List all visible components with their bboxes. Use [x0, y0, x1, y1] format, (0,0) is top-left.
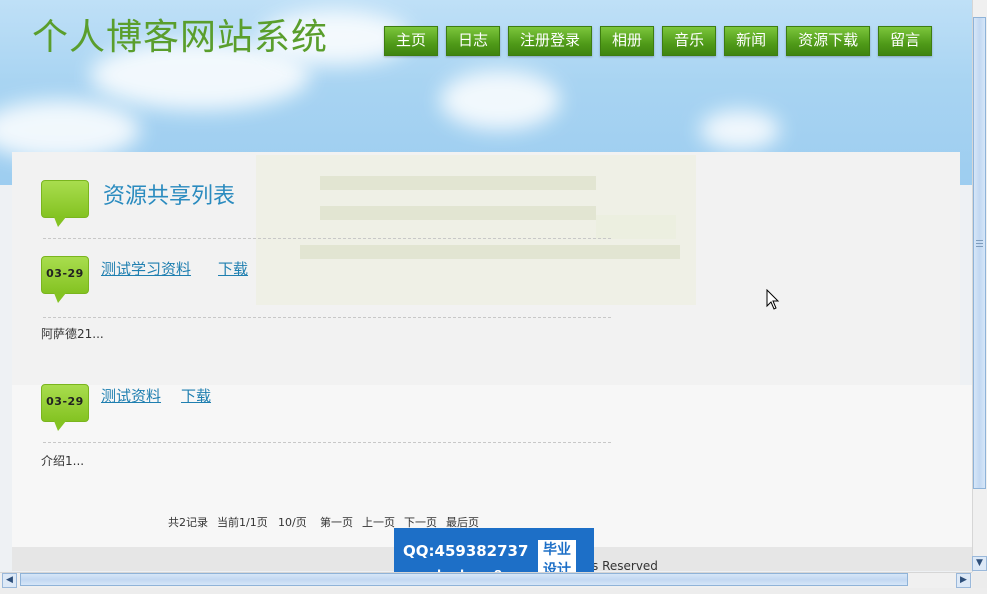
scroll-right-button[interactable]: ▶ [956, 573, 971, 588]
cloud-decoration [440, 70, 560, 130]
nav-news[interactable]: 新闻 [724, 26, 779, 56]
divider [43, 442, 611, 443]
nav-music[interactable]: 音乐 [662, 26, 717, 56]
vertical-scroll-thumb[interactable] [973, 17, 986, 489]
mouse-cursor-icon [766, 289, 780, 310]
divider [43, 238, 611, 239]
scrollbar-corner [972, 572, 987, 588]
speech-bubble-icon [41, 180, 89, 227]
nav-diary[interactable]: 日志 [446, 26, 501, 56]
cloud-decoration [0, 100, 140, 160]
main-nav: 主页 日志 注册登录 相册 音乐 新闻 资源下载 留言 [384, 26, 933, 56]
resource-description: 阿萨德21... [41, 327, 104, 341]
scroll-grip-icon [976, 240, 983, 249]
nav-album[interactable]: 相册 [600, 26, 655, 56]
scroll-down-button[interactable]: ▼ [972, 556, 987, 571]
horizontal-scroll-thumb[interactable] [20, 573, 908, 586]
nav-downloads[interactable]: 资源下载 [786, 26, 871, 56]
nav-guestbook[interactable]: 留言 [878, 26, 933, 56]
nav-register-login[interactable]: 注册登录 [508, 26, 593, 56]
qq-number: QQ:459382737 [403, 542, 529, 560]
render-artifact [596, 215, 676, 239]
footer-text: s Reserved [592, 559, 658, 573]
render-artifact [320, 176, 596, 190]
scroll-left-button[interactable]: ◀ [2, 573, 17, 588]
download-link[interactable]: 下载 [218, 258, 248, 279]
nav-home[interactable]: 主页 [384, 26, 439, 56]
date-badge: 03-29 [41, 256, 89, 303]
date-badge: 03-29 [41, 384, 89, 431]
resource-title-link[interactable]: 测试学习资料 [101, 258, 191, 279]
status-strip [0, 588, 987, 594]
pagination-first[interactable]: 第一页 [320, 514, 353, 530]
content-panel-lower [12, 385, 972, 547]
pagination-per-page: 10/页 [278, 516, 307, 529]
pagination-total: 共2记录 [168, 516, 208, 529]
divider [43, 317, 611, 318]
resource-title-link[interactable]: 测试资料 [101, 385, 161, 406]
section-title: 资源共享列表 [103, 184, 236, 209]
download-link[interactable]: 下载 [181, 385, 211, 406]
pagination-current: 当前1/1页 [217, 516, 268, 529]
site-title: 个人博客网站系统 [32, 17, 329, 58]
render-artifact [320, 206, 596, 220]
resource-description: 介绍1... [41, 454, 85, 468]
cloud-decoration [700, 110, 780, 150]
badge-label-line1: 毕业 [543, 542, 571, 558]
pagination-prev[interactable]: 上一页 [362, 514, 395, 530]
render-artifact [300, 245, 680, 259]
